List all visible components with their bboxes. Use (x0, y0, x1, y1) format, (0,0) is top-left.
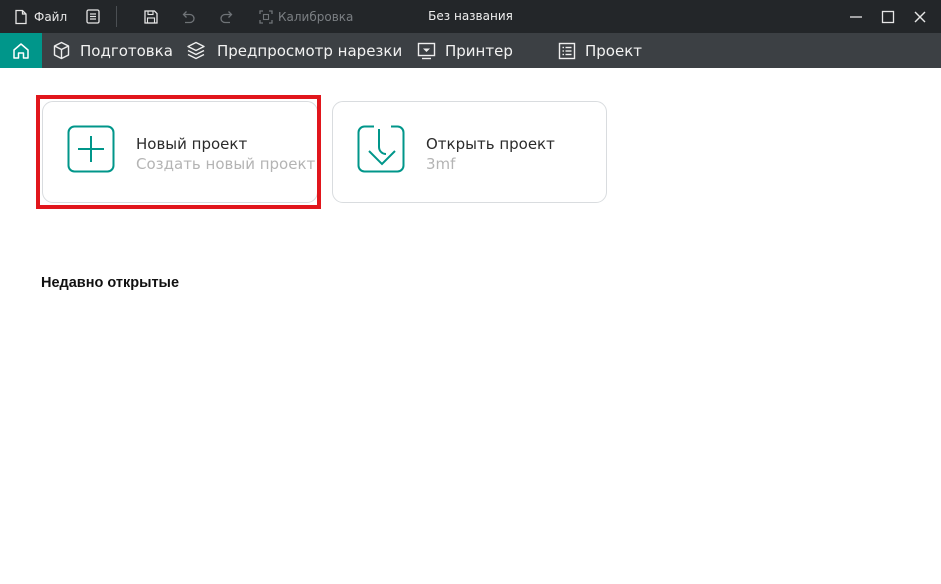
tab-home[interactable] (0, 33, 42, 68)
maximize-button[interactable] (881, 0, 895, 33)
tab-printer[interactable]: Принтер (417, 33, 513, 68)
toolbar-separator (116, 6, 117, 27)
calibration-label: Калибровка (278, 9, 354, 24)
window-title: Без названия (428, 9, 513, 23)
calibration-button[interactable]: Калибровка (259, 0, 353, 33)
save-button[interactable] (144, 0, 158, 33)
home-icon (13, 42, 29, 59)
printer-icon (417, 42, 436, 59)
close-button[interactable] (913, 0, 927, 33)
tab-slice-preview[interactable]: Предпросмотр нарезки (186, 33, 402, 68)
calibration-icon (259, 9, 273, 24)
redo-icon (220, 10, 233, 23)
tab-slice-preview-label: Предпросмотр нарезки (217, 41, 403, 60)
tab-printer-label: Принтер (445, 41, 513, 60)
menu-button[interactable] (86, 0, 100, 33)
open-project-title: Открыть проект (426, 135, 555, 153)
recent-projects-heading: Недавно открытые (41, 275, 180, 291)
new-project-subtitle: Создать новый проект (136, 155, 316, 173)
redo-button[interactable] (219, 0, 235, 33)
file-menu-label: Файл (34, 9, 68, 24)
minimize-icon (850, 15, 862, 18)
list-icon (558, 42, 576, 59)
layers-icon (187, 41, 205, 60)
minimize-button[interactable] (849, 0, 863, 33)
tab-project[interactable]: Проект (558, 33, 642, 68)
open-project-card[interactable]: Открыть проект 3mf (332, 101, 607, 203)
close-icon (914, 11, 926, 22)
new-project-card[interactable]: Новый проект Создать новый проект (42, 101, 318, 203)
plus-icon (67, 125, 115, 173)
open-project-subtitle: 3mf (426, 155, 456, 173)
import-icon (357, 125, 405, 173)
menu-list-icon (86, 9, 100, 24)
tab-prepare[interactable]: Подготовка (52, 33, 173, 68)
undo-button[interactable] (180, 0, 196, 33)
save-icon (144, 9, 158, 24)
undo-icon (182, 10, 195, 23)
file-menu[interactable]: Файл (14, 0, 67, 33)
cube-icon (53, 41, 70, 60)
new-project-title: Новый проект (136, 135, 248, 153)
tab-project-label: Проект (585, 41, 643, 60)
file-icon (15, 9, 27, 24)
main-tab-bar: Подготовка Предпросмотр нарезки Принтер … (0, 33, 941, 68)
title-bar: Файл Калибровка Без названия (0, 0, 941, 33)
tab-prepare-label: Подготовка (80, 41, 173, 60)
maximize-icon (881, 10, 895, 23)
